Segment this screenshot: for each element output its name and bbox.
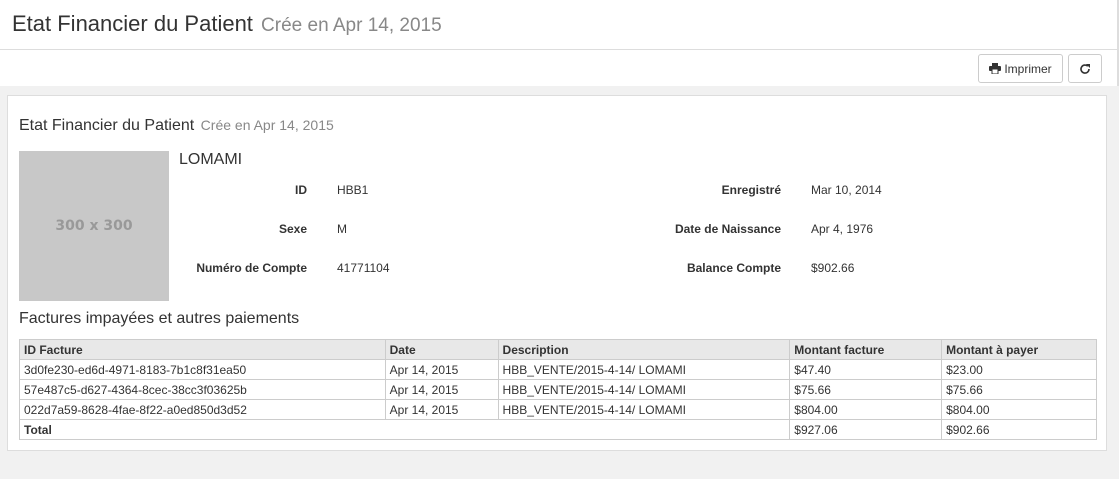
invoice-amount-cell: $804.00 bbox=[789, 399, 943, 420]
column-header-date: Date bbox=[384, 339, 499, 360]
invoice-description-cell: HBB_VENTE/2015-4-14/ LOMAMI bbox=[497, 379, 791, 400]
print-button-label: Imprimer bbox=[1004, 61, 1052, 76]
sex-label: Sexe bbox=[278, 222, 307, 236]
column-header-invoice-amount: Montant facture bbox=[789, 339, 943, 360]
date-of-birth-label: Date de Naissance bbox=[674, 222, 781, 236]
invoice-date-cell: Apr 14, 2015 bbox=[384, 379, 499, 400]
page-title-text: Etat Financier du Patient bbox=[12, 11, 253, 36]
financial-report-panel: Etat Financier du Patient Crée en Apr 14… bbox=[7, 95, 1107, 451]
unpaid-invoices-title: Factures impayées et autres paiements bbox=[19, 310, 300, 327]
invoices-table: ID Facture Date Description Montant fact… bbox=[18, 339, 1097, 440]
column-header-invoice-id: ID Facture bbox=[19, 339, 386, 360]
report-subtitle: Crée en Apr 14, 2015 bbox=[200, 117, 334, 133]
amount-due-cell: $75.66 bbox=[941, 379, 1097, 400]
amount-due-cell: $23.00 bbox=[941, 359, 1097, 380]
column-header-amount-due: Montant à payer bbox=[941, 339, 1097, 360]
printer-icon bbox=[989, 63, 1002, 74]
account-number-label: Numéro de Compte bbox=[196, 261, 307, 275]
column-header-description: Description bbox=[497, 339, 791, 360]
refresh-icon bbox=[1080, 63, 1090, 74]
date-of-birth-value: Apr 4, 1976 bbox=[811, 222, 874, 236]
invoice-amount-cell: $75.66 bbox=[789, 379, 943, 400]
total-label: Total bbox=[18, 419, 791, 440]
print-button[interactable]: Imprimer bbox=[978, 54, 1063, 83]
invoice-description-cell: HBB_VENTE/2015-4-14/ LOMAMI bbox=[497, 399, 791, 420]
invoice-description-cell: HBB_VENTE/2015-4-14/ LOMAMI bbox=[497, 359, 791, 380]
invoice-id-cell: 57e487c5-d627-4364-8cec-38cc3f03625b bbox=[19, 379, 386, 400]
invoice-id-cell: 3d0fe230-ed6d-4971-8183-7b1c8f31ea50 bbox=[19, 359, 386, 380]
page-header: Etat Financier du Patient Crée en Apr 14… bbox=[0, 0, 1119, 50]
total-invoice-amount: $927.06 bbox=[789, 419, 943, 440]
table-row: 022d7a59-8628-4fae-8f22-a0ed850d3d52 Apr… bbox=[19, 399, 1097, 420]
table-row: 57e487c5-d627-4364-8cec-38cc3f03625b Apr… bbox=[19, 379, 1097, 400]
invoice-id-cell: 022d7a59-8628-4fae-8f22-a0ed850d3d52 bbox=[19, 399, 386, 420]
registered-label: Enregistré bbox=[721, 183, 781, 197]
page-title: Etat Financier du Patient Crée en Apr 14… bbox=[12, 11, 442, 37]
patient-name: LOMAMI bbox=[179, 151, 243, 168]
patient-avatar-placeholder: 300 x 300 bbox=[19, 151, 169, 301]
account-balance-label: Balance Compte bbox=[686, 261, 781, 275]
report-title: Etat Financier du Patient Crée en Apr 14… bbox=[19, 117, 334, 135]
table-total-row: Total $927.06 $902.66 bbox=[18, 419, 1097, 440]
account-number-value: 41771104 bbox=[337, 261, 390, 275]
report-title-text: Etat Financier du Patient bbox=[19, 117, 195, 134]
account-balance-value: $902.66 bbox=[811, 261, 855, 275]
amount-due-cell: $804.00 bbox=[941, 399, 1097, 420]
invoice-date-cell: Apr 14, 2015 bbox=[384, 359, 499, 380]
table-row: 3d0fe230-ed6d-4971-8183-7b1c8f31ea50 Apr… bbox=[19, 359, 1097, 380]
id-label: ID bbox=[295, 183, 307, 197]
toolbar: Imprimer bbox=[0, 50, 1119, 86]
invoice-amount-cell: $47.40 bbox=[789, 359, 943, 380]
refresh-button[interactable] bbox=[1068, 54, 1102, 83]
id-value: HBB1 bbox=[337, 183, 369, 197]
avatar-placeholder-label: 300 x 300 bbox=[55, 218, 133, 234]
total-amount-due: $902.66 bbox=[941, 419, 1097, 440]
table-header-row: ID Facture Date Description Montant fact… bbox=[19, 339, 1097, 360]
registered-value: Mar 10, 2014 bbox=[811, 183, 882, 197]
sex-value: M bbox=[337, 222, 347, 236]
invoice-date-cell: Apr 14, 2015 bbox=[384, 399, 499, 420]
page-subtitle: Crée en Apr 14, 2015 bbox=[261, 15, 442, 36]
